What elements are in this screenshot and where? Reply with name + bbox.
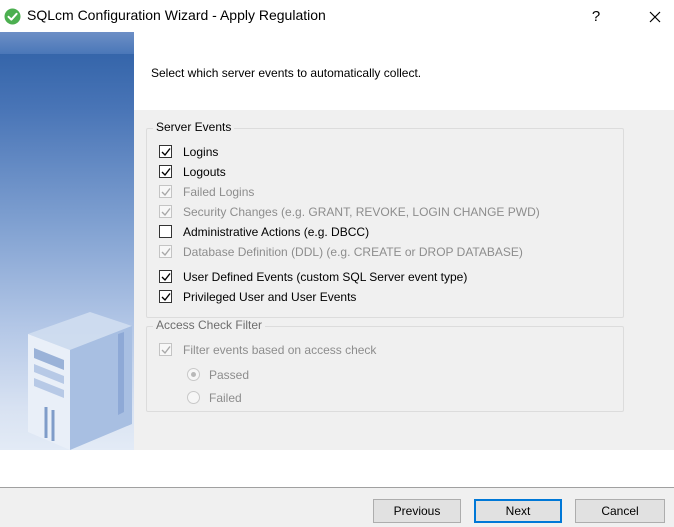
checkbox-box[interactable] (159, 185, 172, 198)
checkbox-box[interactable] (159, 145, 172, 158)
wizard-footer: Previous Next Cancel (0, 488, 674, 527)
checkbox-box[interactable] (159, 245, 172, 258)
checkbox-label: Database Definition (DDL) (e.g. CREATE o… (183, 245, 523, 259)
title-bar: SQLcm Configuration Wizard - Apply Regul… (0, 0, 674, 32)
checkbox-label: Privileged User and User Events (183, 290, 357, 304)
radio-label: Failed (209, 391, 242, 405)
green-check-circle-icon (4, 8, 21, 25)
help-button[interactable]: ? (586, 7, 606, 27)
wizard-side-banner (0, 32, 134, 450)
checkbox-label: Filter events based on access check (183, 343, 377, 357)
previous-button[interactable]: Previous (373, 499, 461, 523)
checkbox-label: User Defined Events (custom SQL Server e… (183, 270, 468, 284)
checkbox-box[interactable] (159, 225, 172, 238)
wizard-content: Server Events Logins Logouts Failed Logi… (134, 110, 674, 450)
next-button[interactable]: Next (474, 499, 562, 523)
close-icon (649, 11, 661, 23)
checkbox-label: Security Changes (e.g. GRANT, REVOKE, LO… (183, 205, 540, 219)
wizard-header: Select which server events to automatica… (134, 32, 674, 110)
access-check-legend: Access Check Filter (153, 318, 266, 332)
checkbox-label: Logouts (183, 165, 226, 179)
checkbox-label: Logins (183, 145, 219, 159)
server-events-group: Server Events Logins Logouts Failed Logi… (146, 120, 624, 318)
close-button[interactable] (644, 6, 666, 28)
checkbox-box[interactable] (159, 165, 172, 178)
checkbox-box[interactable] (159, 270, 172, 283)
checkbox-box[interactable] (159, 343, 172, 356)
server-tower-icon (28, 312, 132, 450)
window-title: SQLcm Configuration Wizard - Apply Regul… (27, 7, 326, 23)
radio-button[interactable] (187, 391, 200, 404)
radio-button[interactable] (187, 368, 200, 381)
server-events-legend: Server Events (153, 120, 235, 134)
cancel-button[interactable]: Cancel (575, 499, 665, 523)
instruction-text: Select which server events to automatica… (151, 66, 422, 80)
checkbox-label: Failed Logins (183, 185, 255, 199)
radio-label: Passed (209, 368, 250, 382)
access-check-filter-group: Access Check Filter Filter events based … (146, 318, 624, 412)
checkbox-box[interactable] (159, 290, 172, 303)
checkbox-box[interactable] (159, 205, 172, 218)
checkbox-label: Administrative Actions (e.g. DBCC) (183, 225, 370, 239)
